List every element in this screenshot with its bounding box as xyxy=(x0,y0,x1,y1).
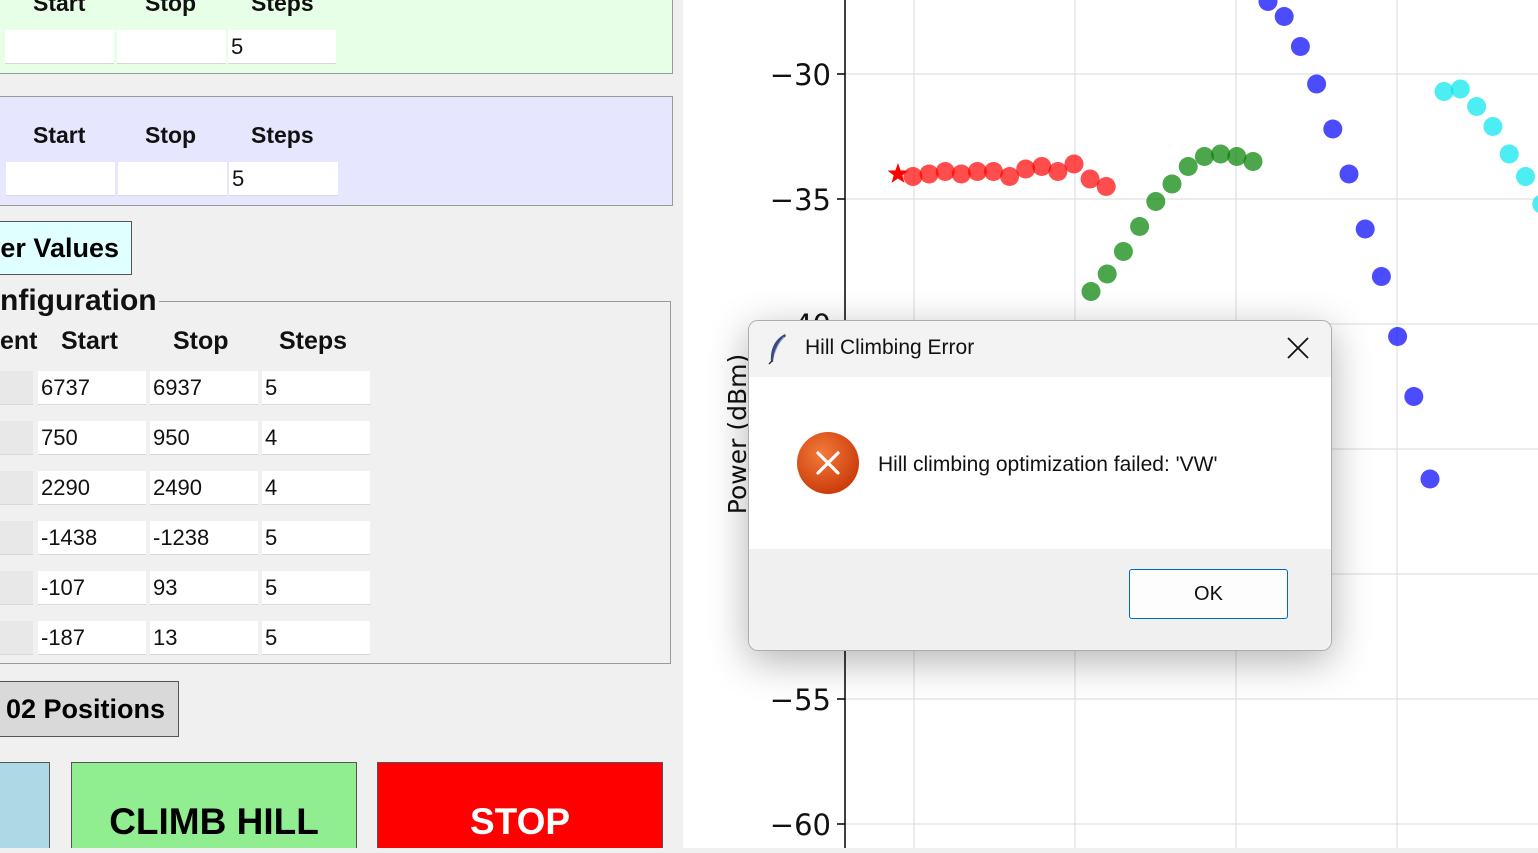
ok-button[interactable]: OK xyxy=(1129,569,1288,619)
data-point xyxy=(1096,177,1116,196)
data-point xyxy=(935,162,955,181)
close-icon[interactable] xyxy=(1281,331,1315,365)
config-steps-input[interactable] xyxy=(262,571,370,605)
blue-steps-input[interactable] xyxy=(229,162,338,196)
green-stop-input[interactable] xyxy=(117,30,226,64)
config-stop-input[interactable] xyxy=(150,571,258,605)
data-point xyxy=(1016,159,1036,179)
config-header-stop: Stop xyxy=(173,327,229,355)
y-tick-label: −35 xyxy=(770,183,831,217)
data-point xyxy=(1162,174,1182,194)
control-panel: Start Stop Steps Start Stop Steps er Val… xyxy=(0,0,683,848)
config-start-input[interactable] xyxy=(38,521,146,555)
config-start-input[interactable] xyxy=(38,471,146,505)
config-stop-input[interactable] xyxy=(150,371,258,405)
data-point xyxy=(1081,282,1101,301)
data-point xyxy=(1388,327,1408,346)
config-steps-input[interactable] xyxy=(262,621,370,655)
config-element-cell[interactable] xyxy=(0,571,33,605)
config-start-input[interactable] xyxy=(38,571,146,605)
feather-icon xyxy=(768,334,786,365)
data-point xyxy=(1420,469,1440,489)
config-start-input[interactable] xyxy=(38,421,146,455)
stop-button[interactable]: STOP xyxy=(377,762,663,848)
header-start: Start xyxy=(33,0,86,16)
y-tick-label: −60 xyxy=(770,808,831,842)
data-point xyxy=(1097,264,1117,284)
data-point xyxy=(1483,117,1503,136)
config-steps-input[interactable] xyxy=(262,371,370,405)
data-point xyxy=(1339,164,1359,184)
data-point xyxy=(1450,79,1470,99)
data-point xyxy=(984,162,1003,181)
config-steps-input[interactable] xyxy=(262,521,370,555)
config-element-cell[interactable] xyxy=(0,521,33,555)
error-dialog: Hill Climbing Error Hill climbing optimi… xyxy=(748,320,1332,651)
data-point xyxy=(1113,242,1133,261)
data-point xyxy=(1516,167,1535,186)
config-stop-input[interactable] xyxy=(150,421,258,455)
data-point xyxy=(1323,119,1343,139)
header-stop: Stop xyxy=(145,0,197,16)
data-point xyxy=(1307,74,1327,94)
data-point xyxy=(1290,37,1310,56)
config-header-start: Start xyxy=(61,327,118,355)
green-start-input[interactable] xyxy=(5,30,114,64)
data-point xyxy=(1211,144,1231,164)
config-element-cell[interactable] xyxy=(0,371,33,405)
data-point xyxy=(1064,154,1084,174)
config-steps-input[interactable] xyxy=(262,471,370,505)
green-steps-input[interactable] xyxy=(228,30,336,64)
data-point xyxy=(1130,217,1150,236)
data-point xyxy=(1532,195,1538,213)
data-point xyxy=(1243,152,1263,171)
data-point xyxy=(1355,219,1375,239)
y-tick-label: −30 xyxy=(770,58,831,92)
header-steps: Steps xyxy=(251,0,314,16)
data-point xyxy=(1146,192,1166,211)
bottom-blue-button[interactable] xyxy=(0,762,50,848)
data-point xyxy=(1404,387,1424,406)
dialog-title: Hill Climbing Error xyxy=(805,336,975,359)
update-values-button[interactable]: er Values xyxy=(0,221,132,275)
config-element-cell[interactable] xyxy=(0,621,33,655)
config-element-cell[interactable] xyxy=(0,471,33,505)
data-point xyxy=(1032,157,1052,176)
config-stop-input[interactable] xyxy=(150,521,258,555)
config-start-input[interactable] xyxy=(38,371,146,405)
header-start: Start xyxy=(33,122,86,148)
data-point xyxy=(1178,157,1198,176)
blue-start-input[interactable] xyxy=(6,162,115,196)
config-stop-input[interactable] xyxy=(150,621,258,655)
error-icon xyxy=(797,432,859,494)
dialog-footer: OK xyxy=(749,549,1331,650)
config-start-input[interactable] xyxy=(38,621,146,655)
config-header-steps: Steps xyxy=(279,327,348,355)
data-point xyxy=(919,164,939,184)
config-stop-input[interactable] xyxy=(150,471,258,505)
config-header-element: ent xyxy=(0,327,38,355)
data-point xyxy=(1227,147,1247,166)
data-point xyxy=(1258,0,1278,11)
data-point xyxy=(951,164,971,184)
config-element-cell[interactable] xyxy=(0,421,33,455)
data-point xyxy=(1194,147,1214,166)
data-point xyxy=(1274,7,1294,26)
save-positions-button[interactable]: 02 Positions xyxy=(0,681,179,737)
dialog-titlebar: Hill Climbing Error xyxy=(749,321,1331,377)
data-point xyxy=(1371,267,1391,286)
blue-stop-input[interactable] xyxy=(118,162,227,196)
dialog-message: Hill climbing optimization failed: 'VW' xyxy=(878,453,1218,476)
data-point xyxy=(1499,144,1519,164)
dialog-body: Hill climbing optimization failed: 'VW' xyxy=(749,377,1331,549)
header-steps: Steps xyxy=(251,122,314,148)
header-stop: Stop xyxy=(145,122,197,148)
data-point xyxy=(903,167,923,186)
config-steps-input[interactable] xyxy=(262,421,370,455)
data-point xyxy=(1467,97,1487,116)
y-tick-label: −55 xyxy=(770,683,831,717)
configuration-title: nfiguration xyxy=(0,284,159,318)
climb-hill-button[interactable]: CLIMB HILL xyxy=(71,762,357,848)
data-point xyxy=(1434,82,1454,101)
